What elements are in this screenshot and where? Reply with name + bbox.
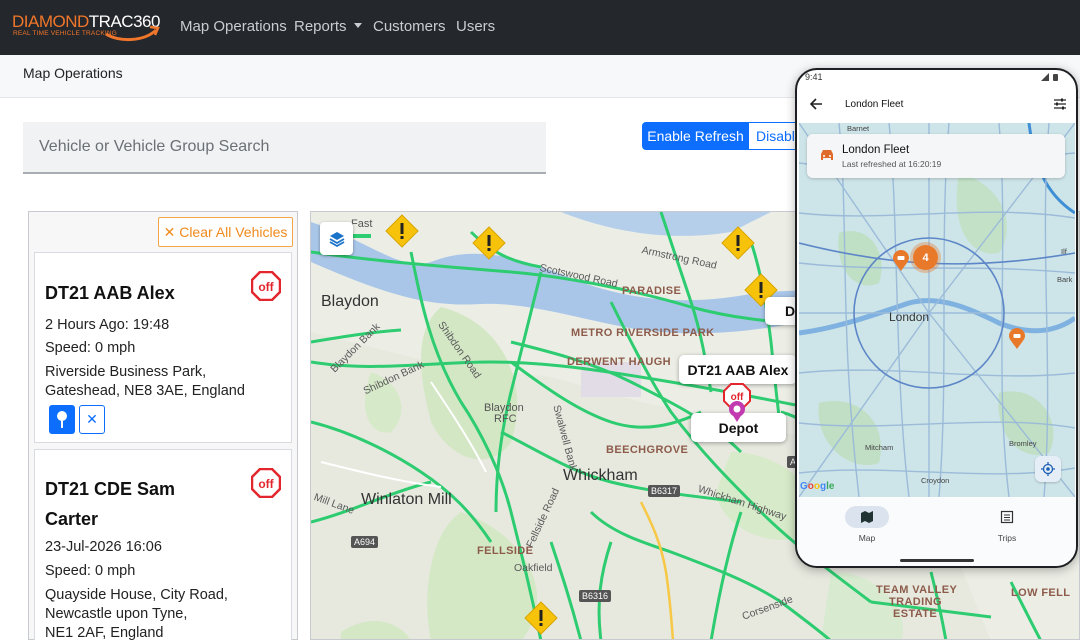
warning-marker-icon[interactable] bbox=[472, 226, 506, 260]
trips-nav-pill bbox=[985, 506, 1029, 528]
vehicle-card[interactable]: DT21 CDE Sam Carter off 23-Jul-2026 16:0… bbox=[34, 449, 292, 640]
phone-map-view[interactable]: Barnet London Mitcham Croydon Bromley Ba… bbox=[799, 123, 1075, 497]
warning-marker-icon[interactable] bbox=[721, 226, 755, 260]
map-pin-icon bbox=[57, 411, 67, 428]
vehicle-name: DT21 AAB Alex bbox=[45, 283, 175, 303]
map-label-fellside: FELLSIDE bbox=[477, 545, 534, 557]
logo-tagline: REAL TIME VEHICLE TRACKING bbox=[13, 30, 118, 37]
vehicle-speed: Speed: 0 mph bbox=[45, 340, 136, 356]
phone-card-subtitle: Last refreshed at 16:20:19 bbox=[842, 159, 942, 169]
my-location-button[interactable] bbox=[1035, 456, 1061, 482]
vehicle-last-seen: 23-Jul-2026 16:06 bbox=[45, 539, 162, 555]
warning-marker-icon[interactable] bbox=[524, 601, 558, 635]
phone-map-label-london: London bbox=[889, 310, 930, 324]
nav-reports-label: Reports bbox=[294, 18, 347, 35]
bottom-nav-trips[interactable]: Trips bbox=[977, 506, 1037, 543]
vehicle-name-line2: Carter bbox=[45, 509, 99, 529]
map-label-fast: Fast bbox=[351, 218, 373, 230]
phone-status-icons bbox=[1041, 73, 1058, 81]
bottom-nav-trips-label: Trips bbox=[997, 533, 1017, 543]
ignition-off-label: off bbox=[258, 280, 274, 294]
road-shield-b6316: B6316 bbox=[579, 590, 612, 602]
map-label-blaydon: Blaydon bbox=[321, 293, 379, 310]
vehicle-address-line3: NE1 2AF, England bbox=[45, 625, 164, 640]
map-nav-pill bbox=[845, 506, 889, 528]
ignition-off-icon: off bbox=[251, 271, 281, 301]
page-title: Map Operations bbox=[23, 65, 123, 81]
nav-users[interactable]: Users bbox=[456, 18, 495, 35]
trips-list-icon bbox=[1000, 510, 1014, 524]
map-label-beechgrove: BEECHGROVE bbox=[606, 444, 689, 456]
map-icon bbox=[861, 511, 873, 523]
vehicle-name-line1: DT21 CDE Sam bbox=[45, 479, 176, 499]
phone-map-label-bromley: Bromley bbox=[1009, 439, 1037, 448]
nav-reports-dropdown[interactable]: Reports bbox=[294, 18, 362, 35]
phone-fleet-card[interactable]: London Fleet Last refreshed at 16:20:19 bbox=[807, 134, 1065, 178]
mobile-app-preview: 9:41 London Fleet Barnet London Mitcham … bbox=[795, 68, 1078, 568]
map-label-winlaton-mill: Winlaton Mill bbox=[361, 491, 452, 508]
caret-down-icon bbox=[353, 23, 362, 28]
vehicle-popup-dt21-aab[interactable]: DT21 AAB Alex bbox=[679, 355, 797, 384]
bottom-nav-map[interactable]: Map bbox=[837, 506, 897, 543]
google-wordmark: Google bbox=[800, 481, 835, 492]
map-label-metro-riverside-park: METRO RIVERSIDE PARK bbox=[571, 327, 715, 339]
phone-status-time: 9:41 bbox=[805, 72, 823, 82]
vehicle-address-line2: Gateshead, NE8 3AE, England bbox=[45, 383, 245, 399]
vehicle-last-seen: 2 Hours Ago: 19:48 bbox=[45, 317, 170, 333]
map-label-low-fell: LOW FELL bbox=[1011, 587, 1071, 599]
nav-map-operations[interactable]: Map Operations bbox=[180, 18, 287, 35]
phone-map-label-ilford: Ilf bbox=[1061, 247, 1067, 256]
phone-card-title: London Fleet bbox=[842, 144, 910, 156]
ignition-off-icon: off bbox=[251, 468, 281, 498]
map-label-derwent-haugh: DERWENT HAUGH bbox=[567, 356, 671, 368]
car-icon bbox=[821, 150, 833, 160]
phone-map-label-barnet: Barnet bbox=[847, 124, 870, 133]
vehicle-cluster-marker[interactable]: 4 bbox=[910, 242, 941, 273]
layers-icon bbox=[329, 231, 344, 247]
warning-marker-icon[interactable] bbox=[385, 214, 419, 248]
vehicle-address-line1: Quayside House, City Road, bbox=[45, 587, 228, 603]
diamondtrac-logo[interactable]: DIAMONDTRAC360 REAL TIME VEHICLE TRACKIN… bbox=[12, 10, 162, 46]
phone-map-label-croydon: Croydon bbox=[921, 476, 950, 485]
phone-app-title: London Fleet bbox=[845, 99, 904, 110]
phone-map-label-mitcham: Mitcham bbox=[865, 443, 894, 452]
google-attribution: Google bbox=[800, 481, 834, 492]
top-navbar: DIAMONDTRAC360 REAL TIME VEHICLE TRACKIN… bbox=[0, 0, 1080, 55]
filter-settings-icon[interactable] bbox=[1053, 97, 1067, 111]
back-arrow-icon[interactable] bbox=[809, 97, 823, 111]
vehicle-card[interactable]: DT21 AAB Alex off 2 Hours Ago: 19:48 Spe… bbox=[34, 252, 292, 443]
phone-bottom-nav: Map Trips bbox=[797, 498, 1076, 566]
map-layers-button[interactable] bbox=[320, 222, 353, 255]
map-label-team-valley-2: TRADING bbox=[889, 596, 942, 608]
vehicle-address-line2: Newcastle upon Tyne, bbox=[45, 606, 188, 622]
road-shield-b6317: B6317 bbox=[648, 485, 681, 497]
enable-refresh-button[interactable]: Enable Refresh bbox=[642, 122, 749, 150]
vehicle-location-marker-icon[interactable]: off bbox=[723, 383, 751, 423]
vehicle-address-line1: Riverside Business Park, bbox=[45, 364, 207, 380]
map-label-blaydon-rfc-2: RFC bbox=[494, 413, 517, 425]
vehicle-pin-icon[interactable] bbox=[1008, 328, 1026, 350]
map-label-oakfield: Oakfield bbox=[514, 562, 553, 574]
clear-all-vehicles-button[interactable]: ✕ Clear All Vehicles bbox=[158, 217, 293, 247]
gesture-handle bbox=[900, 559, 974, 562]
nav-customers[interactable]: Customers bbox=[373, 18, 446, 35]
road-shield-a694: A694 bbox=[351, 536, 379, 548]
remove-vehicle-button[interactable]: ✕ bbox=[79, 405, 105, 434]
bottom-nav-map-label: Map bbox=[858, 533, 876, 543]
map-label-team-valley-3: ESTATE bbox=[893, 608, 938, 620]
map-label-team-valley-1: TEAM VALLEY bbox=[876, 584, 958, 596]
vehicle-search-input[interactable] bbox=[23, 122, 546, 174]
crosshair-icon bbox=[1041, 462, 1055, 476]
vehicle-speed: Speed: 0 mph bbox=[45, 563, 136, 579]
ignition-off-label: off bbox=[258, 477, 274, 491]
locate-vehicle-button[interactable] bbox=[49, 405, 75, 434]
phone-map-label-bark: Bark bbox=[1057, 275, 1073, 284]
map-label-paradise: PARADISE bbox=[622, 285, 682, 297]
vehicle-pin-icon[interactable] bbox=[892, 250, 910, 272]
